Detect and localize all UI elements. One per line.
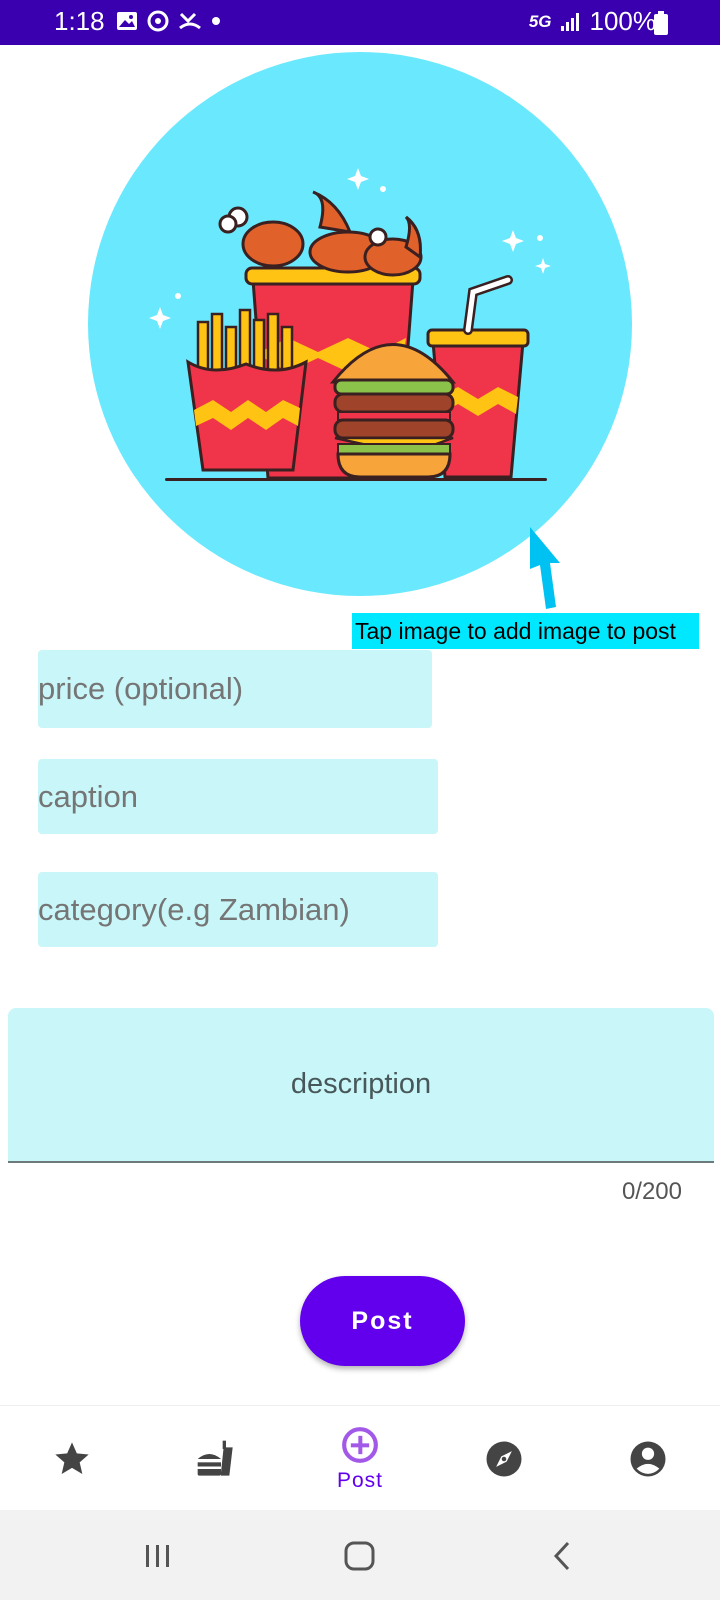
star-icon <box>55 1441 89 1474</box>
system-nav-bar <box>0 1510 720 1600</box>
caption-input[interactable] <box>38 759 438 834</box>
add-circle-icon <box>342 1426 378 1463</box>
network-label: 5G <box>528 11 552 31</box>
bottom-nav: Post <box>0 1405 720 1510</box>
home-icon[interactable] <box>342 1535 378 1575</box>
nav-item-food[interactable] <box>144 1406 288 1511</box>
char-counter: 0/200 <box>621 1178 682 1205</box>
category-input[interactable] <box>38 872 438 947</box>
gallery-icon <box>117 12 137 30</box>
nav-item-account[interactable] <box>576 1406 720 1511</box>
status-right: 5G 100% <box>529 6 656 37</box>
notification-icons <box>116 10 221 32</box>
recent-apps-icon[interactable] <box>142 1535 174 1575</box>
battery-icon <box>654 11 668 35</box>
battery-percent: 100% <box>589 6 657 36</box>
sync-icon <box>147 10 169 32</box>
status-time: 1:18 <box>54 6 105 36</box>
nav-item-post[interactable]: Post <box>288 1406 432 1511</box>
nav-item-explore[interactable] <box>432 1406 576 1511</box>
hint-arrow-icon <box>530 527 560 609</box>
explore-icon <box>486 1441 522 1476</box>
nav-label-post: Post <box>336 1468 384 1492</box>
price-input[interactable] <box>38 650 432 728</box>
post-button[interactable]: Post <box>300 1276 465 1366</box>
signal-icon <box>560 12 579 31</box>
account-icon <box>630 1441 666 1476</box>
missed-call-icon <box>179 12 201 30</box>
status-bar: 1:18 5G 100% <box>0 0 720 45</box>
nav-item-favorites[interactable] <box>0 1406 144 1511</box>
back-icon[interactable] <box>548 1535 578 1575</box>
image-hint-label: Tap image to add image to post <box>352 613 699 649</box>
fastfood-icon <box>197 1440 233 1476</box>
description-input[interactable]: description <box>8 1008 714 1163</box>
description-placeholder: description <box>290 1068 432 1100</box>
dot-icon <box>212 17 220 25</box>
